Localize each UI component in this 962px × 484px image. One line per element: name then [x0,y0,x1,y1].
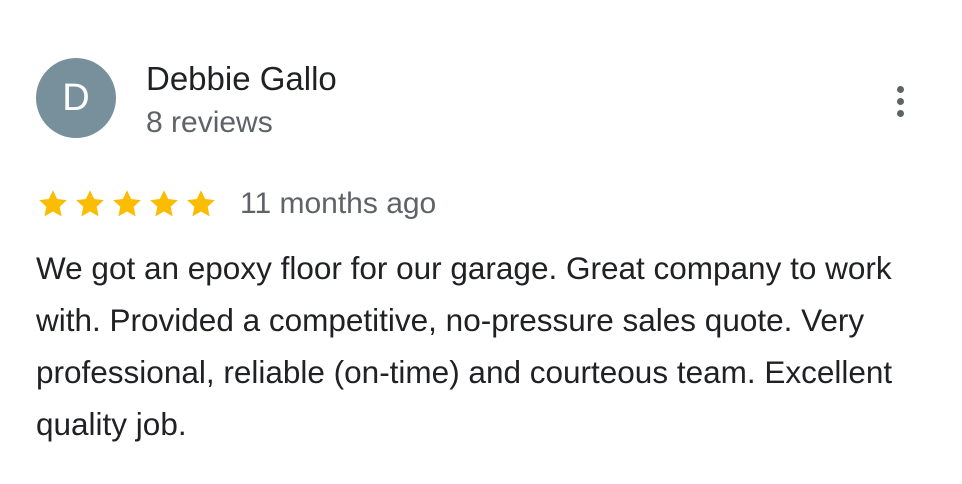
review-card: D Debbie Gallo 8 reviews 11 months ago W… [0,0,962,484]
rating-row: 11 months ago [36,184,436,224]
reviewer-name[interactable]: Debbie Gallo [146,58,337,100]
avatar[interactable]: D [36,58,116,138]
avatar-initial: D [62,76,90,119]
review-date: 11 months ago [240,187,437,220]
star-icon [39,190,67,217]
star-icon [76,190,104,217]
reviewer-review-count: 8 reviews [146,106,273,139]
more-vert-icon-dot [896,109,904,117]
review-text: We got an epoxy floor for our garage. Gr… [36,250,893,442]
star-icon [113,190,141,217]
star-icon [150,190,178,217]
more-vert-icon-dot [896,97,904,105]
star-icon [187,190,215,217]
star-rating [36,187,218,221]
more-vert-icon-dot [896,85,904,93]
more-options-button[interactable] [880,78,920,124]
